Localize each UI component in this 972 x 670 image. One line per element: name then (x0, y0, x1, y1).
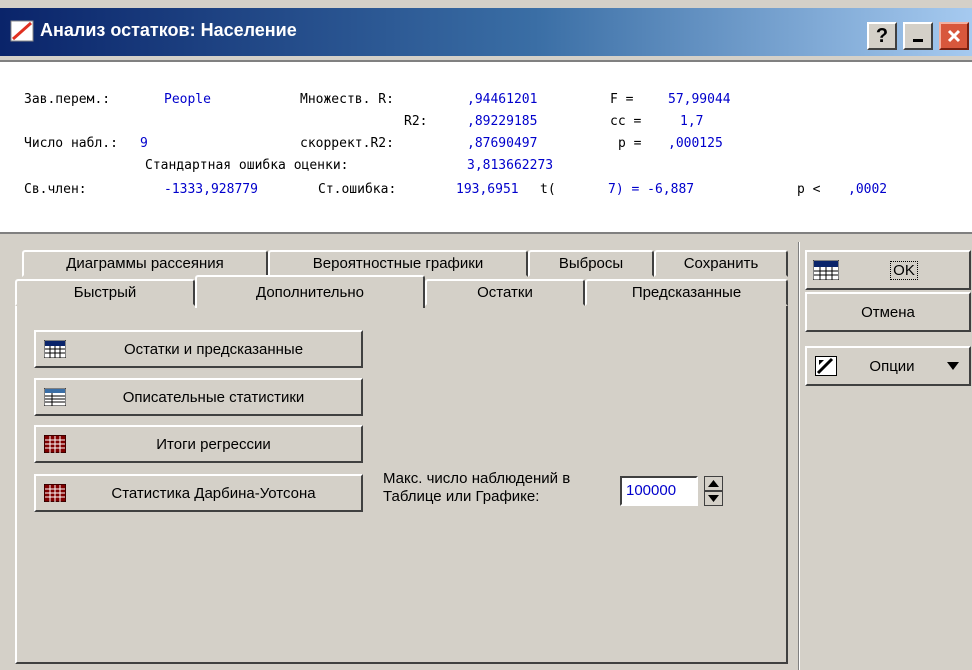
f-label: F = (610, 92, 634, 107)
window-title: Анализ остатков: Население (40, 20, 297, 40)
regression-summary-button[interactable]: Итоги регрессии (34, 425, 363, 463)
ok-button[interactable]: OK (805, 250, 971, 290)
tab-outliers[interactable]: Выбросы (528, 250, 654, 277)
dropdown-arrow-icon (947, 362, 959, 370)
title-bar[interactable]: Анализ остатков: Население ? (0, 8, 972, 56)
tab-row-top: Диаграммы рассеяния Вероятностные график… (22, 250, 788, 277)
results-panel: Зав.перем.: People Множеств. R: ,9446120… (0, 60, 972, 289)
close-button[interactable] (939, 22, 969, 50)
p-value: ,000125 (668, 136, 723, 151)
stderr-value: 193,6951 (456, 182, 519, 197)
adj-r2-value: ,87690497 (467, 136, 538, 151)
durbin-watson-button[interactable]: Статистика Дарбина-Уотсона (34, 474, 363, 512)
tab-advanced[interactable]: Дополнительно (195, 275, 425, 308)
dialog-window: Анализ остатков: Население ? Зав.перем.:… (0, 0, 972, 670)
df-value: 1,7 (680, 114, 704, 129)
dep-var-label: Зав.перем.: (24, 92, 111, 107)
r2-label: R2: (404, 114, 428, 129)
grid-table-icon (44, 484, 66, 502)
tab-label: Вероятностные графики (312, 255, 484, 272)
tab-label: Предсказанные (631, 284, 742, 301)
se-label: Стандартная ошибка оценки: (145, 158, 349, 173)
descriptive-stats-button[interactable]: Описательные статистики (34, 378, 363, 416)
summary-table-icon (44, 340, 66, 358)
p2-value: ,0002 (848, 182, 888, 197)
tab-scatterplots[interactable]: Диаграммы рассеяния (22, 250, 268, 277)
n-label: Число набл.: (24, 136, 118, 151)
tab-probability-plots[interactable]: Вероятностные графики (268, 250, 528, 277)
app-icon (10, 20, 34, 42)
intercept-value: -1333,928779 (164, 182, 258, 197)
cancel-button[interactable]: Отмена (805, 292, 971, 332)
button-label: Итоги регрессии (156, 435, 271, 453)
cancel-label: Отмена (861, 303, 915, 321)
multiple-r-value: ,94461201 (467, 92, 538, 107)
vertical-divider (798, 242, 800, 670)
tab-label: Быстрый (73, 284, 137, 301)
multiple-r-label: Множеств. R: (300, 92, 394, 107)
help-button[interactable]: ? (867, 22, 897, 50)
p-label: p = (618, 136, 642, 151)
help-icon: ? (875, 24, 889, 47)
button-label: Статистика Дарбина-Уотсона (111, 484, 316, 502)
spinner-icon[interactable] (704, 476, 723, 506)
tab-predicted[interactable]: Предсказанные (585, 279, 788, 306)
adj-r2-label: скоррект.R2: (300, 136, 394, 151)
se-value: 3,813662273 (467, 158, 554, 173)
tab-row-bottom: Быстрый Дополнительно Остатки Предсказан… (15, 275, 788, 308)
tab-label: Сохранить (683, 255, 759, 272)
t-label: t( (540, 182, 556, 197)
summary-table-icon (813, 260, 839, 280)
tab-label: Дополнительно (256, 284, 364, 301)
options-label: Опции (869, 357, 915, 375)
ok-label: OK (890, 260, 918, 280)
r2-value: ,89229185 (467, 114, 538, 129)
grid-table-icon (44, 435, 66, 453)
stats-table-icon (44, 388, 66, 406)
max-obs-label: Макс. число наблюдений в Таблице или Гра… (383, 470, 571, 505)
df-label: cc = (610, 114, 642, 129)
options-wizard-icon (815, 356, 837, 376)
stderr-label: Ст.ошибка: (318, 182, 397, 197)
tab-label: Остатки (477, 284, 533, 301)
close-icon (947, 29, 961, 43)
tab-residuals[interactable]: Остатки (425, 279, 585, 306)
n-value: 9 (140, 136, 148, 151)
tab-label: Выбросы (558, 255, 624, 272)
max-obs-input[interactable]: 100000 (620, 476, 698, 506)
minimize-button[interactable] (903, 22, 933, 50)
button-label: Остатки и предсказанные (123, 340, 304, 358)
intercept-label: Св.член: (24, 182, 87, 197)
minimize-icon (913, 39, 923, 42)
p2-label: p < (797, 182, 821, 197)
tab-save[interactable]: Сохранить (654, 250, 788, 277)
tab-quick[interactable]: Быстрый (15, 279, 195, 306)
residuals-predicted-button[interactable]: Остатки и предсказанные (34, 330, 363, 368)
f-value: 57,99044 (668, 92, 731, 107)
options-button[interactable]: Опции (805, 346, 971, 386)
dep-var-value: People (164, 92, 211, 107)
t-value: 7) = -6,887 (608, 182, 695, 197)
button-label: Описательные статистики (122, 388, 305, 406)
tab-label: Диаграммы рассеяния (66, 255, 224, 272)
